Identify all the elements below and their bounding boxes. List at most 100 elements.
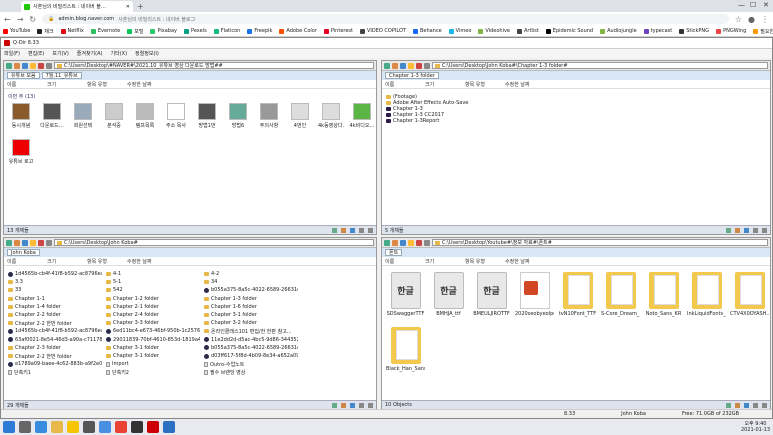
list-row[interactable]: Chapter 2-2 folder [8,312,102,318]
list-row[interactable]: b055a375-8a5c-4022-6589-26631e6… [204,345,298,351]
status-tool-icon[interactable] [726,227,731,233]
list-row[interactable]: 33 [8,287,102,293]
font-file-item[interactable]: 한글 SDSwaggerTTF [386,272,425,317]
list-row[interactable]: Chapter 1-1 [8,296,102,302]
menu-item-4[interactable]: 기타(X) [111,50,128,57]
list-row[interactable]: Chapter 3-1 folder [106,353,200,359]
list-row[interactable]: 3.3 [8,279,102,285]
status-tool-icon[interactable] [744,402,749,408]
path-input[interactable]: C:\Users\Desktop\Youtube#\정보 자료#\폰트# [432,239,768,246]
close-icon[interactable]: ✕ [126,4,130,10]
path-input[interactable]: C:\Users\Desktop\John Koba# [54,239,374,246]
file-explorer-icon[interactable] [51,421,63,433]
column-1[interactable]: 크기 [47,81,87,88]
font-file-item[interactable]: Noto_Sans_KR [644,272,683,317]
menu-icon[interactable]: ⋮ [761,15,769,24]
toolbar-button-icon[interactable] [6,62,12,69]
bookmark-3[interactable]: Evernote [90,28,120,34]
toolbar-button-icon[interactable] [392,62,398,69]
status-tool-icon[interactable] [753,402,758,408]
toolbar-button-icon[interactable] [392,239,398,246]
bookmark-15[interactable]: Artlist [517,28,539,34]
column-0[interactable]: 이름 [385,258,425,265]
star-icon[interactable]: ☆ [735,15,742,24]
toolbar-button-icon[interactable] [424,62,430,69]
toolbar-button-icon[interactable] [46,239,52,246]
file-item[interactable]: 주의사항 [256,103,282,129]
list-row[interactable]: Chapter 1-3Report [386,118,439,124]
close-window-icon[interactable]: ✕ [763,1,769,9]
status-tool-icon[interactable] [368,227,373,233]
bookmark-16[interactable]: Epidemic Sound [545,28,593,34]
list-row[interactable]: Chapter 2-2 한번 folder [8,353,102,359]
list-row[interactable]: Chapter 3-3 folder [106,320,200,326]
file-item[interactable]: 방법1번 [194,103,220,129]
path-input[interactable]: C:\Users\Desktop\#NAVER#\2021.10_유튜브 영상 … [54,62,374,69]
status-tool-icon[interactable] [332,402,337,408]
pane-tab[interactable]: John Koba [7,249,40,256]
toolbar-button-icon[interactable] [46,62,52,69]
column-3[interactable]: 수정한 날짜 [127,258,167,265]
list-row[interactable]: Chapter 3-2 folder [204,320,298,326]
bookmark-10[interactable]: Pinterest [323,28,353,34]
file-item[interactable]: 템프목록 [132,103,158,129]
toolbar-button-icon[interactable] [38,62,44,69]
list-row[interactable]: e1789a09-baee-4c62-883b-a9f2e07e… [8,361,102,367]
list-row[interactable]: Chapter 2-2 한번 folder [8,320,102,326]
status-tool-icon[interactable] [744,227,749,233]
list-row[interactable]: 542 [106,287,200,293]
bookmark-2[interactable]: Netflix [60,28,84,34]
menu-item-1[interactable]: 편집(E) [28,50,44,57]
list-row[interactable]: Chapter 3-1 folder [204,312,298,318]
list-row[interactable]: Chapter 1-6 folder [204,304,298,310]
font-file-item[interactable]: 한글 BMHJA_ttf [429,272,468,317]
file-item[interactable]: 회원선택 [70,103,96,129]
list-row[interactable]: b055a375-8a5c-4022-6589-26631e6… [204,287,298,293]
list-row[interactable]: 4-2 [204,271,298,277]
bookmark-9[interactable]: Adobe Color [279,28,317,34]
toolbar-button-icon[interactable] [22,62,28,69]
toolbar-button-icon[interactable] [22,239,28,246]
task-view-icon[interactable] [19,421,31,433]
list-row[interactable]: 필수 브랜딩 영상 [204,369,298,375]
toolbar-button-icon[interactable] [400,239,406,246]
column-2[interactable]: 항목 유형 [465,258,505,265]
list-row[interactable]: 1d4565b-cb4f-41f8-b592-ac8796eaa… [8,328,102,334]
bookmark-0[interactable]: YouTube [3,28,30,34]
path-input[interactable]: C:\Users\Desktop\John Koba#\Chapter 1-3 … [432,62,768,69]
file-item[interactable]: 4번인 [287,103,313,129]
list-row[interactable]: Chapter 2-1 folder [106,304,200,310]
terminal-icon[interactable] [131,421,143,433]
font-file-item[interactable]: 2020seobyeolpo… [515,272,554,317]
font-file-item[interactable]: InkLiquidFonts_… [687,272,726,317]
column-3[interactable]: 수정한 날짜 [127,81,167,88]
status-tool-icon[interactable] [359,402,364,408]
reload-icon[interactable]: ↻ [29,15,36,24]
toolbar-button-icon[interactable] [416,62,422,69]
list-row[interactable]: 29011839-70bf-4610-853d-1819a444… [106,337,200,343]
toolbar-button-icon[interactable] [384,62,390,69]
font-file-item[interactable]: 한글 BMEULJIROTTF [472,272,511,317]
list-row[interactable]: 1d4565b-cb4f-41f8-b592-ac8796eaa… [8,271,102,277]
bookmark-4[interactable]: 포털 [127,28,143,35]
file-item[interactable]: 4k동영상다… [318,103,344,129]
status-tool-icon[interactable] [359,227,364,233]
font-file-item[interactable]: Black_Han_Sans [386,327,425,372]
list-row[interactable]: 34 [204,279,298,285]
bookmark-1[interactable]: 채크 [37,28,54,35]
start-icon[interactable] [3,421,15,433]
forward-icon[interactable]: → [17,15,24,24]
omnibox[interactable]: 🔒 admin.blog.naver.com 사혼님의 비밀리스트 : 네이버 … [42,14,729,24]
bookmark-18[interactable]: typecast [643,28,672,34]
pane-tab[interactable]: 유튜브 모음 [7,72,40,79]
toolbar-button-icon[interactable] [14,239,20,246]
menu-item-5[interactable]: 정렬정보(I) [135,50,159,57]
column-0[interactable]: 이름 [7,81,47,88]
column-2[interactable]: 항목 유형 [87,81,127,88]
bookmark-20[interactable]: PNGWing [716,28,746,34]
bookmark-12[interactable]: Behance [412,28,442,34]
menu-item-0[interactable]: 파일(F) [4,50,20,57]
status-tool-icon[interactable] [762,402,767,408]
toolbar-button-icon[interactable] [408,62,414,69]
status-tool-icon[interactable] [350,227,355,233]
